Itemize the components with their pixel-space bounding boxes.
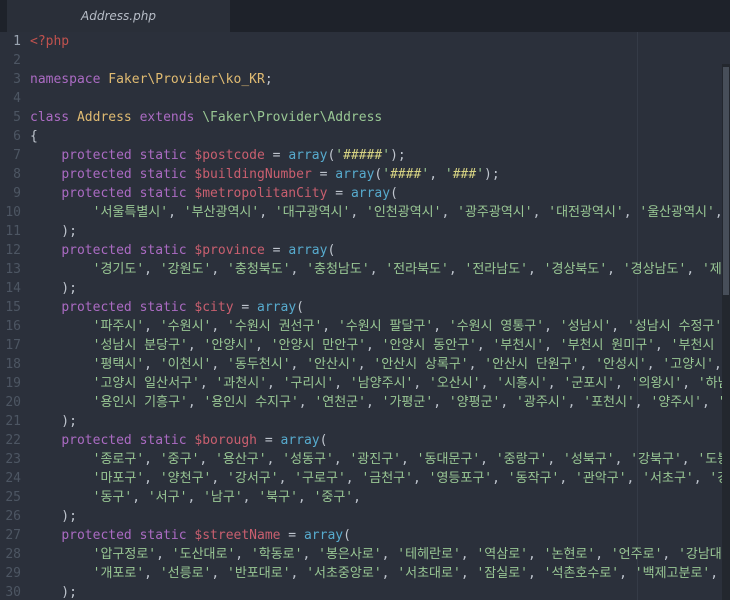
tab-bar: Address.php <box>0 0 730 32</box>
code-line[interactable]: 30 ); <box>0 583 730 600</box>
code-line[interactable]: 2 <box>0 51 730 70</box>
code-editor-window: Address.php 1<?php23namespace Faker\Prov… <box>0 0 730 600</box>
line-number: 12 <box>0 241 21 260</box>
code-line[interactable]: 8 protected static $buildingNumber = arr… <box>0 165 730 184</box>
line-number: 8 <box>0 165 21 184</box>
line-number: 19 <box>0 374 21 393</box>
vertical-scrollbar[interactable] <box>722 64 730 600</box>
line-number: 25 <box>0 488 21 507</box>
line-number: 26 <box>0 507 21 526</box>
line-number: 1 <box>0 32 21 51</box>
line-number: 10 <box>0 203 21 222</box>
code-line[interactable]: 5class Address extends \Faker\Provider\A… <box>0 108 730 127</box>
code-line[interactable]: 23 '종로구', '중구', '용산구', '성동구', '광진구', '동대… <box>0 450 730 469</box>
line-number: 4 <box>0 89 21 108</box>
line-number: 22 <box>0 431 21 450</box>
line-number: 21 <box>0 412 21 431</box>
line-number: 29 <box>0 564 21 583</box>
code-line[interactable]: 15 protected static $city = array( <box>0 298 730 317</box>
code-line[interactable]: 16 '파주시', '수원시', '수원시 권선구', '수원시 팔달구', '… <box>0 317 730 336</box>
code-line[interactable]: 24 '마포구', '양천구', '강서구', '구로구', '금천구', '영… <box>0 469 730 488</box>
editor-pane[interactable]: 1<?php23namespace Faker\Provider\ko_KR;4… <box>0 32 730 600</box>
code-line[interactable]: 21 ); <box>0 412 730 431</box>
code-line[interactable]: 20 '용인시 기흥구', '용인시 수지구', '연천군', '가평군', '… <box>0 393 730 412</box>
line-number: 28 <box>0 545 21 564</box>
code-line[interactable]: 17 '성남시 분당구', '안양시', '안양시 만안구', '안양시 동안구… <box>0 336 730 355</box>
code-line[interactable]: 7 protected static $postcode = array('##… <box>0 146 730 165</box>
code-line[interactable]: 6{ <box>0 127 730 146</box>
tab-address-php[interactable]: Address.php <box>7 0 230 32</box>
line-number: 14 <box>0 279 21 298</box>
code-line[interactable]: 10 '서울특별시', '부산광역시', '대구광역시', '인천광역시', '… <box>0 203 730 222</box>
code-line[interactable]: 3namespace Faker\Provider\ko_KR; <box>0 70 730 89</box>
code-line[interactable]: 27 protected static $streetName = array( <box>0 526 730 545</box>
code-line[interactable]: 26 ); <box>0 507 730 526</box>
code-line[interactable]: 1<?php <box>0 32 730 51</box>
line-number: 6 <box>0 127 21 146</box>
code-line[interactable]: 14 ); <box>0 279 730 298</box>
line-number: 18 <box>0 355 21 374</box>
line-number: 23 <box>0 450 21 469</box>
code-line[interactable]: 12 protected static $province = array( <box>0 241 730 260</box>
scrollbar-thumb[interactable] <box>723 67 729 295</box>
code-line[interactable]: 19 '고양시 일산서구', '과천시', '구리시', '남양주시', '오산… <box>0 374 730 393</box>
line-number: 20 <box>0 393 21 412</box>
code-line[interactable]: 29 '개포로', '선릉로', '반포대로', '서초중앙로', '서초대로'… <box>0 564 730 583</box>
line-number: 16 <box>0 317 21 336</box>
line-number: 15 <box>0 298 21 317</box>
code-line[interactable]: 18 '평택시', '이천시', '동두천시', '안산시', '안산시 상록구… <box>0 355 730 374</box>
line-number: 13 <box>0 260 21 279</box>
line-number: 30 <box>0 583 21 600</box>
code-line[interactable]: 9 protected static $metropolitanCity = a… <box>0 184 730 203</box>
line-number: 27 <box>0 526 21 545</box>
code-line[interactable]: 22 protected static $borough = array( <box>0 431 730 450</box>
code-line[interactable]: 4 <box>0 89 730 108</box>
line-number: 7 <box>0 146 21 165</box>
line-number: 2 <box>0 51 21 70</box>
line-number: 5 <box>0 108 21 127</box>
code-line[interactable]: 25 '동구', '서구', '남구', '북구', '중구', <box>0 488 730 507</box>
line-number: 11 <box>0 222 21 241</box>
line-number: 3 <box>0 70 21 89</box>
code-line[interactable]: 28 '압구정로', '도산대로', '학동로', '봉은사로', '테헤란로'… <box>0 545 730 564</box>
line-number: 24 <box>0 469 21 488</box>
code-line[interactable]: 11 ); <box>0 222 730 241</box>
line-number: 17 <box>0 336 21 355</box>
code-area[interactable]: 1<?php23namespace Faker\Provider\ko_KR;4… <box>0 32 730 600</box>
line-number: 9 <box>0 184 21 203</box>
code-line[interactable]: 13 '경기도', '강원도', '충청북도', '충청남도', '전라북도',… <box>0 260 730 279</box>
tab-label: Address.php <box>81 9 156 23</box>
